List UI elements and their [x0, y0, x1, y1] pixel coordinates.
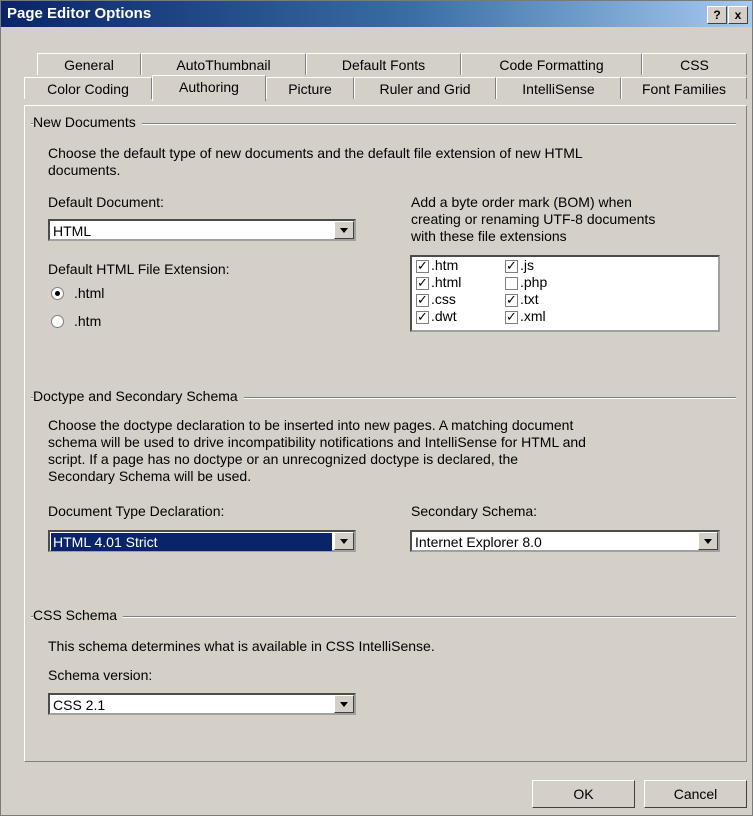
doctype-description-1: Choose the doctype declaration to be ins… [48, 417, 574, 433]
tab-general[interactable]: General [37, 53, 141, 75]
secondary-schema-select[interactable]: Internet Explorer 8.0 [410, 530, 720, 552]
dialog-title: Page Editor Options [7, 5, 152, 22]
bom-dwt-label[interactable]: .dwt [431, 308, 457, 324]
new-documents-heading: New Documents [33, 114, 142, 130]
tab-default-fonts[interactable]: Default Fonts [306, 53, 461, 75]
bom-txt-checkbox[interactable] [505, 292, 518, 308]
doctype-description-2: schema will be used to drive incompatibi… [48, 434, 586, 450]
chevron-down-icon[interactable] [334, 221, 354, 239]
help-button[interactable]: ? [707, 6, 727, 24]
css-schema-heading: CSS Schema [33, 607, 124, 623]
tab-code-formatting[interactable]: Code Formatting [461, 53, 642, 75]
bom-css-label[interactable]: .css [431, 291, 456, 307]
bom-description-2: creating or renaming UTF-8 documents [411, 211, 656, 227]
bom-php-checkbox[interactable] [505, 277, 518, 290]
ext-htm-radio[interactable] [51, 315, 64, 328]
chevron-down-icon[interactable] [334, 695, 354, 713]
default-extension-label: Default HTML File Extension: [48, 261, 230, 277]
bom-xml-label[interactable]: .xml [520, 308, 546, 324]
doctype-label: Document Type Declaration: [48, 503, 225, 519]
chevron-down-icon[interactable] [334, 532, 354, 550]
tab-picture[interactable]: Picture [266, 77, 354, 99]
bom-description-3: with these file extensions [411, 228, 567, 244]
bom-js-checkbox[interactable] [505, 258, 518, 274]
bom-htm-label[interactable]: .htm [431, 257, 458, 273]
new-documents-description-1: Choose the default type of new documents… [48, 145, 583, 161]
close-button[interactable]: x [728, 6, 748, 24]
tab-ruler-and-grid[interactable]: Ruler and Grid [354, 77, 496, 99]
schema-version-select[interactable]: CSS 2.1 [48, 693, 356, 715]
ext-htm-label[interactable]: .htm [74, 313, 101, 329]
css-schema-divider [31, 616, 736, 618]
schema-version-label: Schema version: [48, 667, 153, 683]
bom-css-checkbox[interactable] [416, 292, 429, 308]
bom-html-label[interactable]: .html [431, 274, 461, 290]
new-documents-description-2: documents. [48, 162, 121, 178]
default-document-label: Default Document: [48, 194, 164, 210]
doctype-description-4: Secondary Schema will be used. [48, 468, 252, 484]
tab-intellisense[interactable]: IntelliSense [496, 77, 621, 99]
schema-version-value: CSS 2.1 [53, 697, 106, 713]
secondary-schema-label: Secondary Schema: [411, 503, 538, 519]
cancel-button[interactable]: Cancel [644, 780, 747, 808]
title-bar: Page Editor Options ? x [1, 1, 752, 27]
tab-color-coding[interactable]: Color Coding [24, 77, 152, 99]
ok-button[interactable]: OK [532, 780, 635, 808]
doctype-value: HTML 4.01 Strict [51, 533, 332, 551]
tab-autothumbnail[interactable]: AutoThumbnail [141, 53, 306, 75]
tab-authoring[interactable]: Authoring [152, 75, 266, 101]
ext-html-label[interactable]: .html [74, 285, 104, 301]
bom-extensions-list[interactable]: .htm .js .html .php .css .txt .dwt .xml [410, 255, 720, 332]
doctype-description-3: script. If a page has no doctype or an u… [48, 451, 519, 467]
bom-php-label[interactable]: .php [520, 274, 547, 290]
bom-htm-checkbox[interactable] [416, 258, 429, 274]
default-document-value: HTML [53, 223, 92, 239]
bom-js-label[interactable]: .js [520, 257, 534, 273]
bom-xml-checkbox[interactable] [505, 309, 518, 325]
tab-font-families[interactable]: Font Families [621, 77, 747, 99]
doctype-select[interactable]: HTML 4.01 Strict [48, 530, 356, 552]
tab-css[interactable]: CSS [642, 53, 747, 75]
page-editor-options-dialog: Page Editor Options ? x General AutoThum… [0, 0, 753, 816]
css-schema-description: This schema determines what is available… [48, 638, 435, 654]
bom-dwt-checkbox[interactable] [416, 309, 429, 325]
default-document-select[interactable]: HTML [48, 219, 356, 241]
bom-txt-label[interactable]: .txt [520, 291, 539, 307]
chevron-down-icon[interactable] [698, 532, 718, 550]
bom-description-1: Add a byte order mark (BOM) when [411, 194, 632, 210]
secondary-schema-value: Internet Explorer 8.0 [415, 534, 542, 550]
bom-html-checkbox[interactable] [416, 275, 429, 291]
doctype-heading: Doctype and Secondary Schema [33, 388, 244, 404]
ext-html-radio[interactable] [51, 287, 64, 300]
